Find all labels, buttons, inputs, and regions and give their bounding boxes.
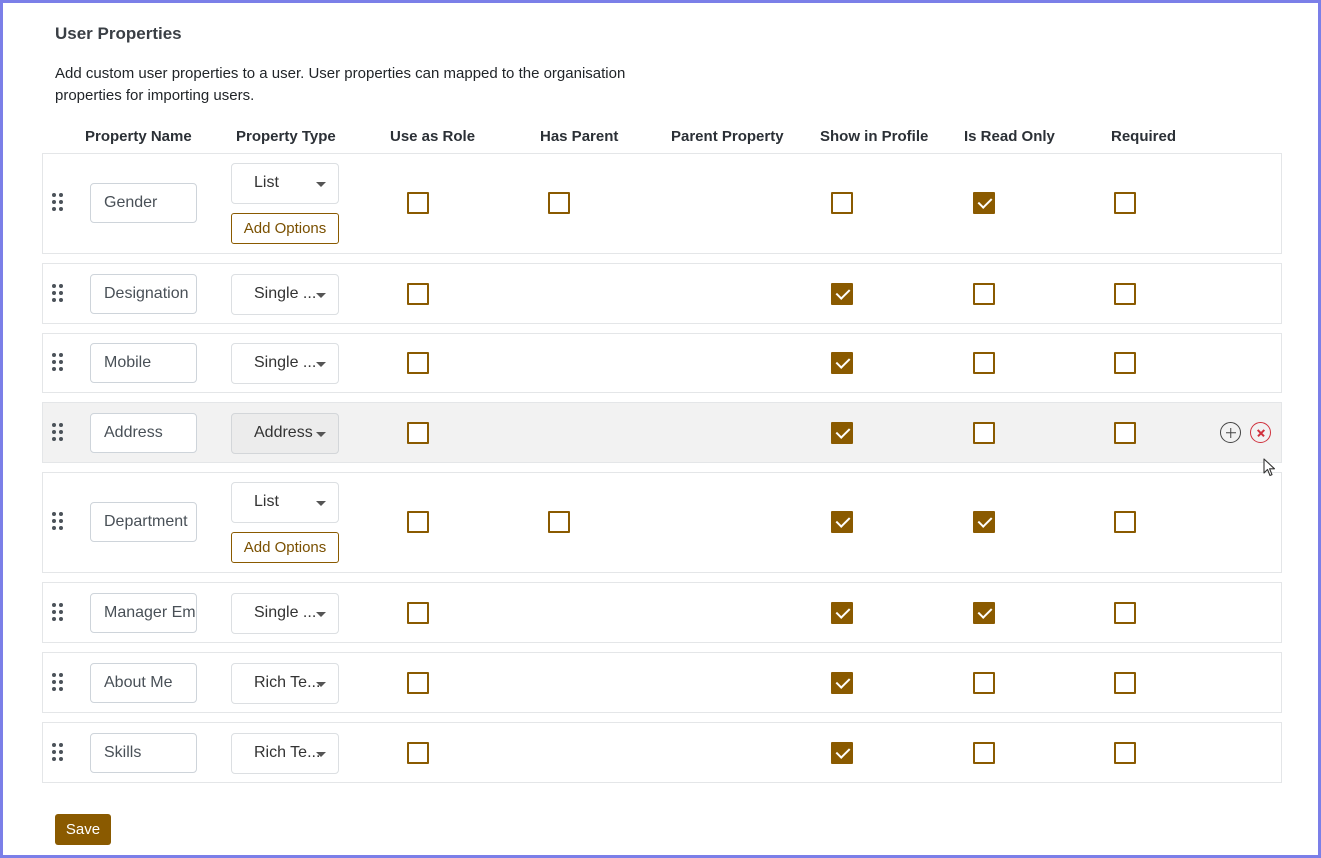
chevron-down-icon xyxy=(316,612,326,617)
is-read-only-checkbox[interactable] xyxy=(973,742,995,764)
property-type-value: Single ... xyxy=(254,285,317,302)
drag-handle-icon[interactable] xyxy=(52,512,66,532)
property-name-input[interactable] xyxy=(90,343,197,383)
drag-handle-icon[interactable] xyxy=(52,423,66,443)
property-row: Single ... xyxy=(42,582,1282,643)
required-checkbox[interactable] xyxy=(1114,511,1136,533)
column-header-show-in-profile: Show in Profile xyxy=(820,128,929,145)
property-type-select[interactable]: Rich Te... xyxy=(231,663,339,704)
property-name-input[interactable] xyxy=(90,733,197,773)
show-in-profile-checkbox[interactable] xyxy=(831,422,853,444)
has-parent-checkbox[interactable] xyxy=(548,192,570,214)
required-checkbox[interactable] xyxy=(1114,352,1136,374)
is-read-only-checkbox[interactable] xyxy=(973,511,995,533)
is-read-only-checkbox[interactable] xyxy=(973,422,995,444)
use-as-role-checkbox[interactable] xyxy=(407,192,429,214)
required-checkbox[interactable] xyxy=(1114,192,1136,214)
add-options-button[interactable]: Add Options xyxy=(231,213,339,244)
property-type-select[interactable]: List xyxy=(231,482,339,523)
property-type-select[interactable]: Single ... xyxy=(231,593,339,634)
drag-handle-icon[interactable] xyxy=(52,743,66,763)
mouse-cursor-icon xyxy=(1263,458,1276,477)
use-as-role-checkbox[interactable] xyxy=(407,511,429,533)
property-name-input[interactable] xyxy=(90,502,197,542)
is-read-only-checkbox[interactable] xyxy=(973,192,995,214)
use-as-role-checkbox[interactable] xyxy=(407,672,429,694)
chevron-down-icon xyxy=(316,182,326,187)
property-type-value: List xyxy=(254,493,279,510)
property-type-select[interactable]: List xyxy=(231,163,339,204)
property-name-input[interactable] xyxy=(90,274,197,314)
chevron-down-icon xyxy=(316,432,326,437)
property-type-select[interactable]: Single ... xyxy=(231,343,339,384)
property-type-select[interactable]: Address xyxy=(231,413,339,454)
use-as-role-checkbox[interactable] xyxy=(407,283,429,305)
property-name-input[interactable] xyxy=(90,663,197,703)
is-read-only-checkbox[interactable] xyxy=(973,352,995,374)
drag-handle-icon[interactable] xyxy=(52,673,66,693)
column-header-property-name: Property Name xyxy=(85,128,192,145)
chevron-down-icon xyxy=(316,293,326,298)
show-in-profile-checkbox[interactable] xyxy=(831,672,853,694)
use-as-role-checkbox[interactable] xyxy=(407,352,429,374)
property-row: Rich Te... xyxy=(42,652,1282,713)
property-row: Single ... xyxy=(42,263,1282,324)
is-read-only-checkbox[interactable] xyxy=(973,602,995,624)
drag-handle-icon[interactable] xyxy=(52,353,66,373)
show-in-profile-checkbox[interactable] xyxy=(831,283,853,305)
property-type-value: Single ... xyxy=(254,354,317,371)
property-type-value: Rich Te... xyxy=(254,674,321,691)
required-checkbox[interactable] xyxy=(1114,283,1136,305)
required-checkbox[interactable] xyxy=(1114,672,1136,694)
property-row: Rich Te... xyxy=(42,722,1282,783)
user-properties-panel: User Properties Add custom user properti… xyxy=(0,0,1321,858)
drag-handle-icon[interactable] xyxy=(52,284,66,304)
add-options-button[interactable]: Add Options xyxy=(231,532,339,563)
property-type-value: Rich Te... xyxy=(254,744,321,761)
chevron-down-icon xyxy=(316,752,326,757)
column-header-has-parent: Has Parent xyxy=(540,128,619,145)
has-parent-checkbox[interactable] xyxy=(548,511,570,533)
use-as-role-checkbox[interactable] xyxy=(407,742,429,764)
property-row: List Add Options xyxy=(42,153,1282,254)
column-header-use-as-role: Use as Role xyxy=(390,128,476,145)
show-in-profile-checkbox[interactable] xyxy=(831,192,853,214)
save-button[interactable]: Save xyxy=(55,814,111,845)
drag-handle-icon[interactable] xyxy=(52,603,66,623)
required-checkbox[interactable] xyxy=(1114,602,1136,624)
page-description: Add custom user properties to a user. Us… xyxy=(55,65,626,104)
property-name-input[interactable] xyxy=(90,413,197,453)
use-as-role-checkbox[interactable] xyxy=(407,602,429,624)
page-title: User Properties xyxy=(55,24,182,43)
show-in-profile-checkbox[interactable] xyxy=(831,352,853,374)
plus-circle-icon[interactable] xyxy=(1220,422,1241,443)
property-name-input[interactable] xyxy=(90,593,197,633)
property-type-value: Single ... xyxy=(254,604,317,621)
show-in-profile-checkbox[interactable] xyxy=(831,511,853,533)
chevron-down-icon xyxy=(316,682,326,687)
property-row: Address xyxy=(42,402,1282,463)
show-in-profile-checkbox[interactable] xyxy=(831,602,853,624)
drag-handle-icon[interactable] xyxy=(52,193,66,213)
property-type-select[interactable]: Single ... xyxy=(231,274,339,315)
column-header-is-read-only: Is Read Only xyxy=(964,128,1055,145)
property-type-value: Address xyxy=(254,424,313,441)
chevron-down-icon xyxy=(316,501,326,506)
use-as-role-checkbox[interactable] xyxy=(407,422,429,444)
required-checkbox[interactable] xyxy=(1114,422,1136,444)
close-circle-icon[interactable] xyxy=(1250,422,1271,443)
is-read-only-checkbox[interactable] xyxy=(973,672,995,694)
property-row: List Add Options xyxy=(42,472,1282,573)
column-header-parent-property: Parent Property xyxy=(671,128,784,145)
property-name-input[interactable] xyxy=(90,183,197,223)
property-type-value: List xyxy=(254,174,279,191)
column-header-property-type: Property Type xyxy=(236,128,336,145)
column-header-required: Required xyxy=(1111,128,1177,145)
property-type-select[interactable]: Rich Te... xyxy=(231,733,339,774)
required-checkbox[interactable] xyxy=(1114,742,1136,764)
chevron-down-icon xyxy=(316,362,326,367)
property-row: Single ... xyxy=(42,333,1282,393)
is-read-only-checkbox[interactable] xyxy=(973,283,995,305)
show-in-profile-checkbox[interactable] xyxy=(831,742,853,764)
